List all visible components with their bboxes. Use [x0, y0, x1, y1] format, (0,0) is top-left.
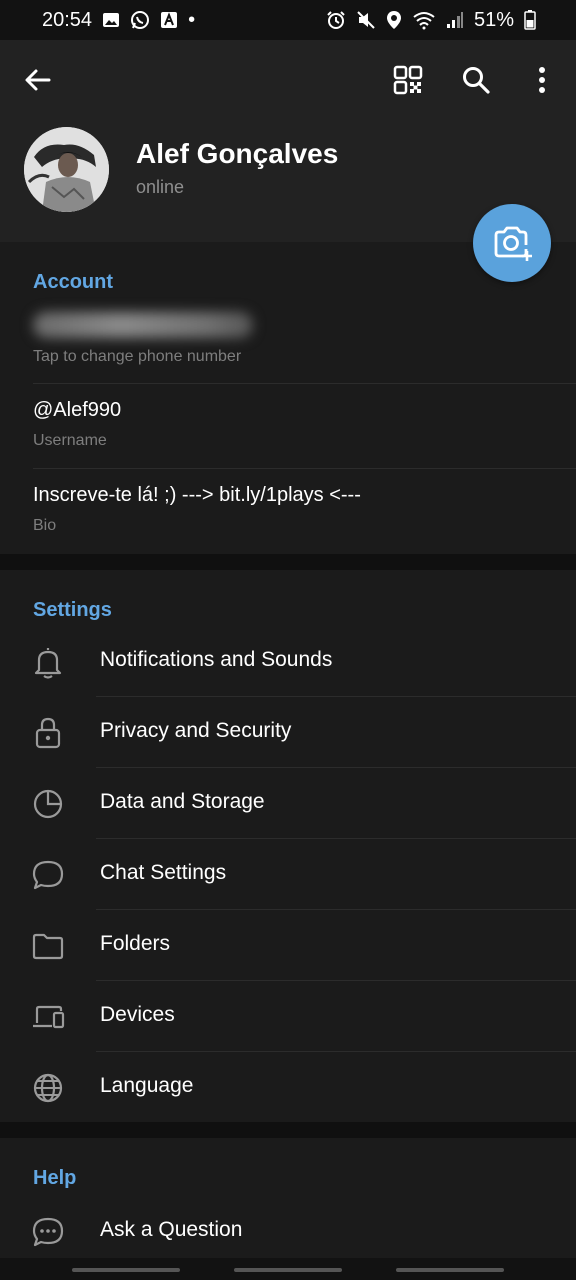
pie-chart-icon [33, 789, 63, 819]
phone-number-item[interactable]: Tap to change phone number [33, 312, 576, 366]
help-section: Help Ask a Question [0, 1138, 576, 1258]
settings-item-label: Devices [100, 1003, 175, 1026]
bio-item[interactable]: Inscreve-te lá! ;) ---> bit.ly/1plays <-… [33, 484, 576, 535]
nav-home-button[interactable] [234, 1268, 342, 1272]
help-item-label: Ask a Question [100, 1218, 243, 1241]
avatar-photo-icon [24, 127, 109, 212]
folder-icon [32, 933, 64, 960]
settings-item-privacy[interactable]: Privacy and Security [0, 697, 576, 768]
more-options-button[interactable] [528, 64, 556, 96]
qr-code-icon [393, 65, 423, 95]
help-section-title: Help [33, 1167, 77, 1189]
help-item-ask-question[interactable]: Ask a Question [0, 1196, 576, 1267]
nav-back-button[interactable] [396, 1268, 504, 1272]
settings-item-label: Folders [100, 932, 171, 955]
bell-icon [34, 648, 62, 679]
settings-item-label: Language [100, 1074, 194, 1097]
bio-label: Bio [33, 517, 57, 534]
divider [33, 468, 576, 469]
username-item[interactable]: @Alef990 Username [33, 399, 576, 450]
alarm-icon [326, 10, 346, 30]
settings-item-notifications[interactable]: Notifications and Sounds [0, 626, 576, 697]
profile-name: Alef Gonçalves [136, 138, 339, 169]
chat-bubble-icon [32, 860, 64, 890]
lock-icon [35, 717, 61, 749]
signal-icon [446, 11, 464, 29]
whatsapp-icon [130, 10, 150, 30]
settings-section: Settings Notifications and Sounds Privac… [0, 570, 576, 1122]
camera-add-icon [494, 226, 532, 261]
settings-item-label: Notifications and Sounds [100, 648, 333, 671]
nav-recent-button[interactable] [72, 1268, 180, 1272]
settings-item-label: Data and Storage [100, 790, 265, 813]
back-button[interactable] [22, 64, 54, 96]
system-navigation-bar [0, 1258, 576, 1280]
back-arrow-icon [25, 69, 51, 91]
settings-item-data-storage[interactable]: Data and Storage [0, 768, 576, 839]
globe-icon [33, 1073, 63, 1103]
bio-value: Inscreve-te lá! ;) ---> bit.ly/1plays <-… [33, 484, 361, 506]
settings-item-label: Chat Settings [100, 861, 227, 884]
devices-icon [33, 1005, 65, 1029]
app-icon [160, 11, 178, 29]
settings-item-chat[interactable]: Chat Settings [0, 839, 576, 910]
section-divider [0, 1122, 576, 1138]
status-bar-left: 20:54 • [42, 9, 195, 32]
location-icon [386, 10, 402, 30]
avatar[interactable] [24, 127, 109, 212]
status-time: 20:54 [42, 8, 93, 31]
more-vertical-icon [539, 67, 545, 93]
settings-item-folders[interactable]: Folders [0, 910, 576, 981]
phone-number-redacted [33, 312, 253, 338]
username-value: @Alef990 [33, 399, 122, 421]
status-dot: • [188, 8, 196, 31]
settings-item-language[interactable]: Language [0, 1052, 576, 1123]
set-profile-photo-button[interactable] [473, 204, 551, 282]
search-icon [463, 67, 490, 94]
username-label: Username [33, 432, 107, 449]
battery-percent: 51% [473, 8, 514, 31]
search-button[interactable] [460, 64, 492, 96]
settings-item-label: Privacy and Security [100, 719, 292, 742]
question-chat-icon [32, 1217, 64, 1247]
qr-code-button[interactable] [392, 64, 424, 96]
section-divider [0, 554, 576, 570]
mute-icon [356, 10, 376, 30]
phone-number-label: Tap to change phone number [33, 348, 242, 365]
settings-section-title: Settings [33, 599, 112, 621]
wifi-icon [412, 10, 436, 30]
account-section: Account Tap to change phone number @Alef… [0, 242, 576, 554]
profile-status: online [136, 177, 185, 197]
battery-icon [524, 10, 536, 30]
divider [33, 383, 576, 384]
account-section-title: Account [33, 271, 113, 293]
status-bar-right: 51% [326, 9, 536, 32]
settings-item-devices[interactable]: Devices [0, 981, 576, 1052]
status-bar: 20:54 • 51% [0, 0, 576, 40]
gallery-icon [102, 11, 120, 29]
